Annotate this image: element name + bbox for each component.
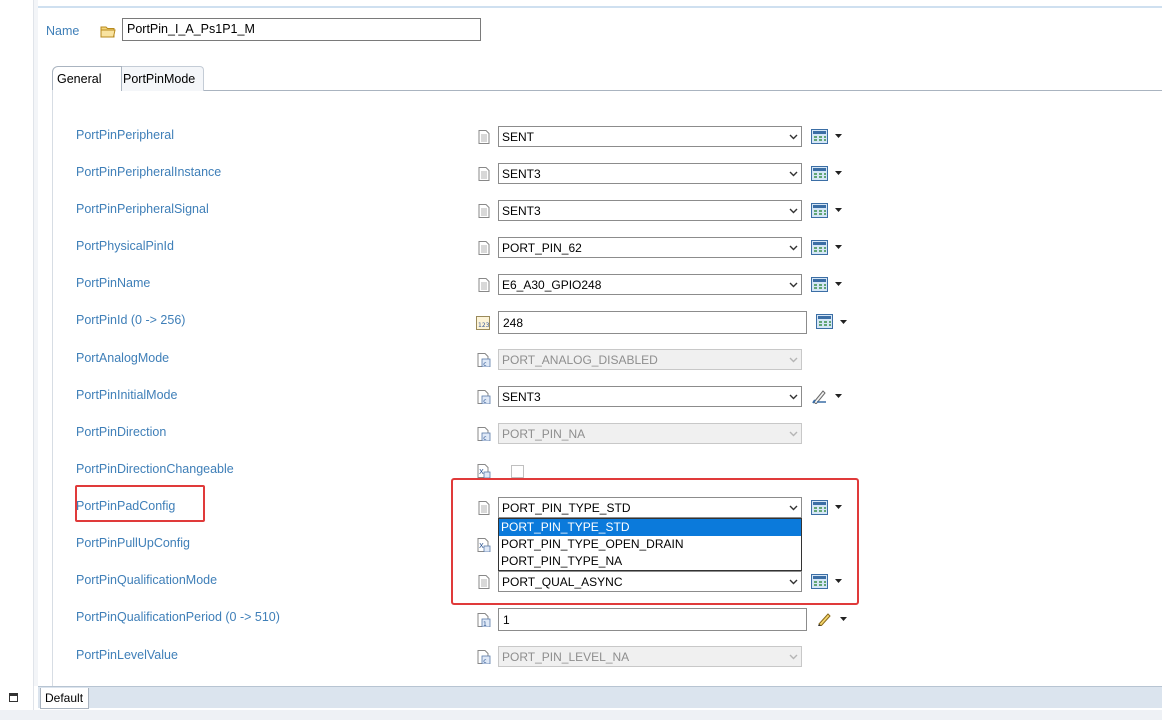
svg-text:c: c bbox=[483, 658, 486, 664]
combo-value: PORT_ANALOG_DISABLED bbox=[502, 353, 658, 367]
tab-general[interactable]: General bbox=[52, 66, 122, 91]
document-icon bbox=[478, 204, 490, 218]
combo-value: SENT3 bbox=[502, 390, 541, 404]
document-icon bbox=[478, 241, 490, 255]
chevron-down-icon[interactable] bbox=[784, 127, 801, 146]
combo-pin-name[interactable]: E6_A30_GPIO248 bbox=[498, 274, 802, 295]
combo-peripheral-instance[interactable]: SENT3 bbox=[498, 163, 802, 184]
param-label-direction: PortPinDirection bbox=[76, 425, 167, 439]
header-separator bbox=[38, 6, 1162, 8]
combo-value: PORT_PIN_LEVEL_NA bbox=[502, 650, 630, 664]
param-label-pin-id: PortPinId (0 -> 256) bbox=[76, 313, 186, 327]
tab-portpinmode[interactable]: PortPinMode bbox=[118, 66, 204, 91]
tab-default[interactable]: Default bbox=[40, 688, 89, 709]
chevron-down-icon[interactable] bbox=[784, 238, 801, 257]
enum-type-icon: c bbox=[477, 390, 491, 404]
param-label-peripheral-signal: PortPinPeripheralSignal bbox=[76, 202, 209, 216]
chevron-down-icon[interactable] bbox=[784, 201, 801, 220]
highlight-box-combo bbox=[451, 478, 859, 605]
dropdown-caret-icon[interactable] bbox=[840, 617, 847, 621]
param-label-physical-pin-id: PortPhysicalPinId bbox=[76, 239, 174, 253]
dropdown-caret-icon[interactable] bbox=[835, 208, 842, 212]
bottom-tab-bar bbox=[38, 686, 1162, 708]
dropdown-caret-icon[interactable] bbox=[835, 245, 842, 249]
dropdown-caret-icon[interactable] bbox=[840, 320, 847, 324]
enum-type-icon: c bbox=[477, 427, 491, 441]
integer-type-icon: 1 bbox=[477, 613, 491, 627]
param-label-initial-mode: PortPinInitialMode bbox=[76, 388, 178, 402]
calculator-icon[interactable] bbox=[811, 129, 828, 144]
combo-level-value: PORT_PIN_LEVEL_NA bbox=[498, 646, 802, 667]
field-qualification-period[interactable]: 1 bbox=[498, 608, 807, 631]
chevron-down-icon bbox=[784, 350, 801, 369]
status-strip bbox=[0, 710, 1162, 720]
svg-text:1: 1 bbox=[483, 621, 487, 627]
combo-peripheral-signal[interactable]: SENT3 bbox=[498, 200, 802, 221]
combo-value: E6_A30_GPIO248 bbox=[502, 278, 602, 292]
combo-analog-mode: PORT_ANALOG_DISABLED bbox=[498, 349, 802, 370]
document-icon bbox=[478, 167, 490, 181]
svg-text:c: c bbox=[483, 398, 486, 404]
param-label-direction-changeable: PortPinDirectionChangeable bbox=[76, 462, 234, 476]
document-icon bbox=[478, 130, 490, 144]
combo-physical-pin-id[interactable]: PORT_PIN_62 bbox=[498, 237, 802, 258]
dropdown-caret-icon[interactable] bbox=[835, 134, 842, 138]
combo-peripheral[interactable]: SENT bbox=[498, 126, 802, 147]
calculator-icon[interactable] bbox=[811, 240, 828, 255]
combo-direction: PORT_PIN_NA bbox=[498, 423, 802, 444]
param-label-peripheral-instance: PortPinPeripheralInstance bbox=[76, 165, 222, 179]
param-label-pullup-config: PortPinPullUpConfig bbox=[76, 536, 190, 550]
param-label-qualification-period: PortPinQualificationPeriod (0 -> 510) bbox=[76, 610, 280, 624]
svg-text:c: c bbox=[483, 361, 486, 367]
restore-icon[interactable] bbox=[9, 693, 18, 702]
combo-value: SENT3 bbox=[502, 204, 541, 218]
name-field[interactable]: PortPin_I_A_Ps1P1_M bbox=[122, 18, 481, 41]
dropdown-caret-icon[interactable] bbox=[835, 282, 842, 286]
field-pin-id[interactable]: 248 bbox=[498, 311, 807, 334]
svg-text:123: 123 bbox=[478, 322, 490, 329]
document-icon bbox=[478, 278, 490, 292]
checkbox-direction-changeable[interactable] bbox=[511, 465, 524, 478]
calculator-icon[interactable] bbox=[811, 277, 828, 292]
enum-type-icon: c bbox=[477, 650, 491, 664]
chevron-down-icon bbox=[784, 424, 801, 443]
param-label-qualification-mode: PortPinQualificationMode bbox=[76, 573, 218, 587]
config-editor: Name PortPin_I_A_Ps1P1_M PortPinMode Gen… bbox=[0, 0, 1162, 720]
calculator-icon[interactable] bbox=[811, 166, 828, 181]
enum-type-icon: c bbox=[477, 353, 491, 367]
svg-text:X: X bbox=[479, 468, 484, 476]
dropdown-caret-icon[interactable] bbox=[835, 394, 842, 398]
param-label-pin-name: PortPinName bbox=[76, 276, 151, 290]
calculator-icon[interactable] bbox=[816, 314, 833, 329]
boolean-type-icon: X bbox=[477, 464, 491, 478]
combo-initial-mode[interactable]: SENT3 bbox=[498, 386, 802, 407]
combo-value: SENT bbox=[502, 130, 535, 144]
svg-text:c: c bbox=[483, 435, 486, 441]
chevron-down-icon bbox=[784, 647, 801, 666]
left-inner-gutter bbox=[34, 0, 38, 686]
pencil-icon[interactable] bbox=[816, 611, 833, 626]
chevron-down-icon[interactable] bbox=[784, 275, 801, 294]
combo-value: PORT_PIN_NA bbox=[502, 427, 586, 441]
highlight-box-label bbox=[75, 485, 205, 522]
param-label-level-value: PortPinLevelValue bbox=[76, 648, 178, 662]
chevron-down-icon[interactable] bbox=[784, 387, 801, 406]
panel-left-border bbox=[52, 90, 53, 686]
integer-type-icon: 123 bbox=[476, 316, 490, 330]
param-label-analog-mode: PortAnalogMode bbox=[76, 351, 170, 365]
left-gutter bbox=[0, 0, 34, 720]
calculator-icon[interactable] bbox=[811, 203, 828, 218]
pencil-ruler-icon[interactable] bbox=[811, 389, 828, 404]
param-label-peripheral: PortPinPeripheral bbox=[76, 128, 174, 142]
folder-icon bbox=[100, 26, 116, 38]
name-label: Name bbox=[46, 24, 80, 38]
tab-baseline bbox=[52, 90, 1162, 91]
combo-value: PORT_PIN_62 bbox=[502, 241, 582, 255]
dropdown-caret-icon[interactable] bbox=[835, 171, 842, 175]
combo-value: SENT3 bbox=[502, 167, 541, 181]
chevron-down-icon[interactable] bbox=[784, 164, 801, 183]
